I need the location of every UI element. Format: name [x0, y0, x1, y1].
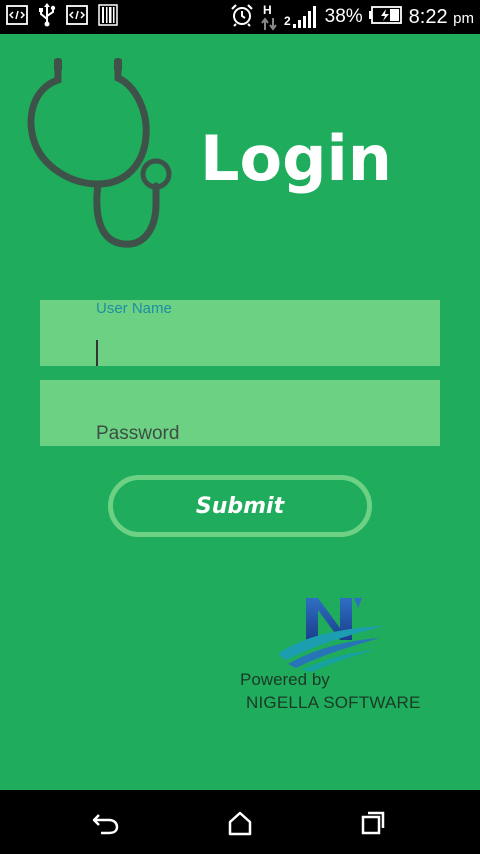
- navigation-bar: [0, 790, 480, 854]
- username-input[interactable]: [96, 342, 416, 364]
- signal-icon: 2: [284, 6, 319, 28]
- sim-label: 2: [283, 14, 291, 28]
- stethoscope-icon: [27, 58, 172, 248]
- alarm-icon: [230, 3, 254, 32]
- system-status: H 2 38% 8:22 pm: [230, 3, 474, 32]
- battery-icon: [368, 5, 403, 29]
- username-label: User Name: [96, 300, 172, 317]
- home-button[interactable]: [223, 808, 257, 838]
- password-input[interactable]: [96, 423, 416, 445]
- recents-icon: [361, 811, 385, 835]
- code-icon: [6, 4, 28, 30]
- barcode-icon: [98, 3, 118, 31]
- clock: 8:22 pm: [409, 6, 474, 29]
- submit-button[interactable]: Submit: [108, 475, 372, 537]
- code-icon: [66, 4, 88, 30]
- nigella-logo: [278, 598, 384, 672]
- back-button[interactable]: [89, 808, 123, 838]
- status-bar: H 2 38% 8:22 pm: [0, 0, 480, 34]
- clock-ampm: pm: [453, 9, 474, 27]
- company-name: NIGELLA SOFTWARE: [246, 693, 421, 712]
- page-title: Login: [200, 122, 392, 195]
- login-screen: Login User Name Submit Powered by NIGELL…: [0, 34, 480, 790]
- recents-button[interactable]: [356, 808, 390, 838]
- network-type: H: [262, 3, 272, 17]
- battery-percent: 38%: [324, 6, 363, 27]
- password-field[interactable]: [40, 380, 440, 446]
- back-icon: [92, 814, 119, 835]
- notification-icons: [6, 2, 118, 32]
- hplus-data-icon: H: [260, 3, 278, 31]
- powered-by-text: Powered by: [240, 670, 330, 689]
- usb-icon: [38, 2, 56, 32]
- username-field[interactable]: User Name: [40, 300, 440, 366]
- home-icon: [228, 811, 252, 836]
- clock-time: 8:22: [408, 5, 448, 28]
